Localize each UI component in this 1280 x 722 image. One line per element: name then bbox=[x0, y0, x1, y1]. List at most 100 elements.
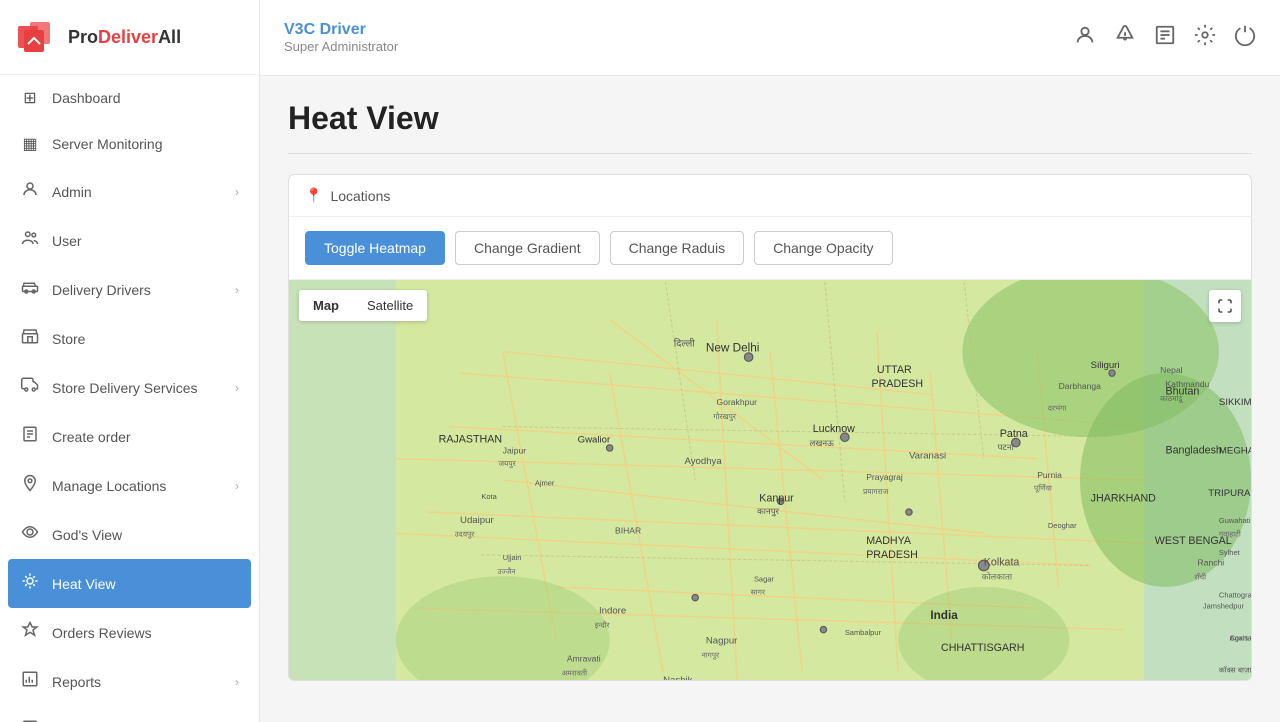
svg-text:Ranchi: Ranchi bbox=[1198, 558, 1225, 568]
locations-label: Locations bbox=[330, 188, 390, 204]
drivers-icon bbox=[20, 278, 40, 301]
main-content: V3C Driver Super Administrator Heat View bbox=[260, 0, 1280, 722]
reviews-icon bbox=[20, 621, 40, 644]
svg-text:Guwahati: Guwahati bbox=[1219, 516, 1251, 525]
svg-text:कोलकाता: कोलकाता bbox=[982, 571, 1013, 581]
map-container: Map Satellite bbox=[289, 280, 1251, 680]
svg-text:Nashik: Nashik bbox=[663, 675, 693, 680]
svg-text:पटना: पटना bbox=[998, 442, 1015, 452]
sidebar-item-admin[interactable]: Admin › bbox=[0, 167, 259, 216]
sidebar-item-label: User bbox=[52, 233, 239, 249]
satellite-button[interactable]: Satellite bbox=[353, 290, 427, 321]
svg-text:गुवाहाटी: गुवाहाटी bbox=[1219, 530, 1242, 539]
svg-text:काठमांडू: काठमांडू bbox=[1160, 394, 1183, 404]
change-gradient-button[interactable]: Change Gradient bbox=[455, 231, 600, 265]
svg-text:Ujjain: Ujjain bbox=[503, 553, 522, 562]
svg-text:PRADESH: PRADESH bbox=[866, 549, 918, 561]
sidebar-item-label: Admin bbox=[52, 184, 223, 200]
svg-text:राँची: राँची bbox=[1194, 572, 1207, 581]
map-button[interactable]: Map bbox=[299, 290, 353, 321]
sidebar-item-gods-view[interactable]: God's View bbox=[0, 510, 259, 559]
sidebar-item-label: Manage Locations bbox=[52, 478, 223, 494]
heatmap-icon bbox=[20, 572, 40, 595]
svg-text:Nagpur: Nagpur bbox=[706, 636, 738, 647]
eye-icon bbox=[20, 523, 40, 546]
chevron-right-icon: › bbox=[235, 675, 239, 689]
sidebar-item-label: Orders Reviews bbox=[52, 625, 239, 641]
change-opacity-button[interactable]: Change Opacity bbox=[754, 231, 892, 265]
chevron-right-icon: › bbox=[235, 381, 239, 395]
store-icon bbox=[20, 327, 40, 350]
edit-icon[interactable] bbox=[1154, 24, 1176, 52]
page-content: Heat View 📍 Locations Toggle Heatmap Cha… bbox=[260, 76, 1280, 722]
svg-text:TRIPURA: TRIPURA bbox=[1208, 488, 1251, 499]
sidebar-item-server-monitoring[interactable]: ▦ Server Monitoring bbox=[0, 121, 259, 167]
sidebar-item-store[interactable]: Store bbox=[0, 314, 259, 363]
sidebar-item-label: Create order bbox=[52, 429, 239, 445]
logo-icon bbox=[16, 18, 58, 56]
sidebar-item-reports[interactable]: Reports › bbox=[0, 657, 259, 706]
india-map-svg: New Delhi दिल्ली Lucknow लखनऊ Kanpur कान… bbox=[289, 280, 1251, 680]
sidebar-item-label: Heat View bbox=[52, 576, 239, 592]
sidebar-item-label: Store bbox=[52, 331, 239, 347]
svg-text:Gorakhpur: Gorakhpur bbox=[717, 397, 758, 407]
map-controls: Toggle Heatmap Change Gradient Change Ra… bbox=[289, 217, 1251, 280]
svg-text:Sagar: Sagar bbox=[754, 575, 774, 584]
fullscreen-button[interactable] bbox=[1209, 290, 1241, 322]
power-icon[interactable] bbox=[1234, 24, 1256, 52]
order-icon bbox=[20, 425, 40, 448]
svg-text:Purnia: Purnia bbox=[1037, 470, 1062, 480]
svg-text:Deoghar: Deoghar bbox=[1048, 521, 1077, 530]
top-header: V3C Driver Super Administrator bbox=[260, 0, 1280, 76]
svg-text:UTTAR: UTTAR bbox=[877, 364, 912, 376]
svg-text:RAJASTHAN: RAJASTHAN bbox=[439, 434, 502, 446]
svg-text:Jaipur: Jaipur bbox=[503, 445, 526, 455]
sidebar-item-heat-view[interactable]: Heat View bbox=[8, 559, 251, 608]
sidebar-item-delivery-drivers[interactable]: Delivery Drivers › bbox=[0, 265, 259, 314]
logo-text: ProDeliverAll bbox=[68, 27, 181, 48]
svg-text:Nepal: Nepal bbox=[1160, 365, 1182, 375]
svg-text:Ajmer: Ajmer bbox=[535, 478, 555, 487]
svg-text:अमरावती: अमरावती bbox=[562, 669, 589, 678]
svg-text:CHHATTISGARH: CHHATTISGARH bbox=[941, 642, 1024, 654]
sidebar-item-support-requests[interactable]: Support Requests › bbox=[0, 706, 259, 722]
user-profile-icon[interactable] bbox=[1074, 24, 1096, 52]
svg-text:MADHYA: MADHYA bbox=[866, 535, 912, 547]
user-info: V3C Driver Super Administrator bbox=[284, 21, 398, 54]
sidebar: ProDeliverAll ⊞ Dashboard ▦ Server Monit… bbox=[0, 0, 260, 722]
sidebar-item-orders-reviews[interactable]: Orders Reviews bbox=[0, 608, 259, 657]
svg-text:SIKKIM: SIKKIM bbox=[1219, 397, 1251, 408]
server-icon: ▦ bbox=[20, 134, 40, 154]
sidebar-item-manage-locations[interactable]: Manage Locations › bbox=[0, 461, 259, 510]
svg-text:Indore: Indore bbox=[599, 606, 626, 617]
toggle-heatmap-button[interactable]: Toggle Heatmap bbox=[305, 231, 445, 265]
svg-text:Kathmandu: Kathmandu bbox=[1165, 379, 1209, 389]
svg-text:Darbhanga: Darbhanga bbox=[1059, 381, 1102, 391]
svg-text:Bangladesh: Bangladesh bbox=[1165, 444, 1221, 456]
sidebar-logo: ProDeliverAll bbox=[0, 0, 259, 75]
svg-text:Siliguri: Siliguri bbox=[1091, 360, 1120, 371]
svg-text:Kanpur: Kanpur bbox=[759, 492, 794, 504]
svg-text:Kolkata: Kolkata bbox=[984, 557, 1020, 569]
chevron-right-icon: › bbox=[235, 283, 239, 297]
svg-text:दरभंगा: दरभंगा bbox=[1048, 404, 1067, 413]
sidebar-item-store-delivery-services[interactable]: Store Delivery Services › bbox=[0, 363, 259, 412]
sidebar-item-create-order[interactable]: Create order bbox=[0, 412, 259, 461]
svg-text:Jamshedpur: Jamshedpur bbox=[1203, 601, 1245, 610]
change-radius-button[interactable]: Change Raduis bbox=[610, 231, 745, 265]
svg-text:India: India bbox=[930, 609, 958, 622]
map-card-header: 📍 Locations bbox=[289, 175, 1251, 217]
alert-icon[interactable] bbox=[1114, 24, 1136, 52]
page-divider bbox=[288, 153, 1252, 154]
sidebar-item-dashboard[interactable]: ⊞ Dashboard bbox=[0, 75, 259, 121]
svg-text:MEGHALAYA: MEGHALAYA bbox=[1219, 445, 1251, 456]
sidebar-item-user[interactable]: User bbox=[0, 216, 259, 265]
svg-text:BIHAR: BIHAR bbox=[615, 525, 641, 535]
svg-text:Agartala: Agartala bbox=[1230, 633, 1251, 642]
sidebar-item-label: Server Monitoring bbox=[52, 136, 239, 152]
svg-text:उदयपुर: उदयपुर bbox=[455, 530, 476, 539]
chevron-right-icon: › bbox=[235, 185, 239, 199]
header-icons bbox=[1074, 24, 1256, 52]
sidebar-item-label: God's View bbox=[52, 527, 239, 543]
settings-icon[interactable] bbox=[1194, 24, 1216, 52]
